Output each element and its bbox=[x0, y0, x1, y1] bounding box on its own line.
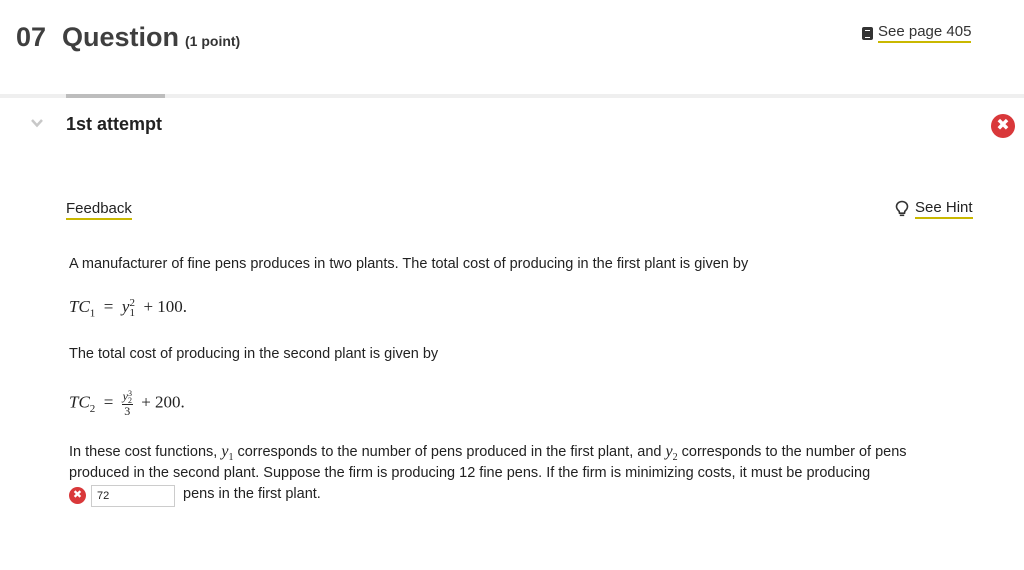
answer-input[interactable] bbox=[91, 485, 175, 507]
eq1-lhs: TC bbox=[69, 297, 90, 316]
see-hint-link[interactable]: See Hint bbox=[895, 199, 973, 219]
chevron-down-icon[interactable] bbox=[30, 116, 44, 130]
eq2-lhs: TC bbox=[69, 392, 90, 412]
book-icon bbox=[862, 26, 873, 40]
eq1-lhs-sub: 1 bbox=[89, 307, 96, 320]
y2-var: y bbox=[665, 443, 673, 460]
attempt-label[interactable]: 1st attempt bbox=[66, 114, 162, 135]
eq2-const: + 200. bbox=[141, 392, 185, 412]
problem-mid: The total cost of producing in the secon… bbox=[69, 346, 439, 362]
see-hint-label: See Hint bbox=[915, 199, 973, 219]
eq2-num-sub: 2 bbox=[127, 396, 132, 406]
body-b: corresponds to the number of pens produc… bbox=[233, 444, 666, 460]
problem-tail: pens in the first plant. bbox=[183, 486, 321, 502]
eq2-fraction: y32 3 bbox=[121, 390, 133, 419]
eq2-den: 3 bbox=[124, 404, 131, 419]
question-number: 07 bbox=[16, 22, 47, 52]
lightbulb-icon bbox=[895, 200, 909, 217]
body-c: corresponds to the number of pens bbox=[677, 444, 907, 460]
feedback-link[interactable]: Feedback bbox=[66, 200, 132, 220]
eq1-var: y bbox=[121, 297, 130, 316]
incorrect-icon: ✖ bbox=[991, 114, 1015, 138]
eq1-const: + 100. bbox=[143, 297, 188, 316]
answer-incorrect-icon: ✖ bbox=[69, 487, 86, 504]
see-page-link[interactable]: See page 405 bbox=[862, 23, 972, 43]
eq1-var-sub: 1 bbox=[129, 307, 135, 320]
see-page-label: See page 405 bbox=[878, 23, 972, 43]
problem-body-line-2: produced in the second plant. Suppose th… bbox=[69, 465, 871, 481]
question-points: (1 point) bbox=[185, 33, 241, 49]
question-title: Question bbox=[62, 22, 180, 52]
problem-intro: A manufacturer of fine pens produces in … bbox=[69, 256, 749, 272]
eq2-lhs-sub: 2 bbox=[89, 402, 96, 415]
divider-accent bbox=[66, 94, 165, 98]
equation-plant-1: TC1 = y21 + 100. bbox=[69, 297, 188, 320]
equation-plant-2: TC2 = y32 3 + 200. bbox=[69, 389, 185, 419]
body-a: In these cost functions, bbox=[69, 444, 222, 460]
